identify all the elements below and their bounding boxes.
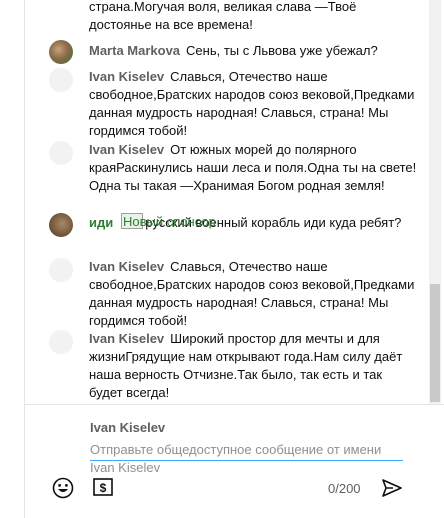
message-author[interactable]: иди xyxy=(89,215,113,230)
avatar[interactable] xyxy=(49,213,73,237)
message-author[interactable]: Ivan Kiselev xyxy=(89,69,164,84)
send-icon[interactable] xyxy=(381,477,403,499)
message-text: страна.Могучая воля, великая слава —Твоё… xyxy=(89,0,357,32)
character-counter: 0/200 xyxy=(328,481,361,496)
scrollbar[interactable] xyxy=(429,0,441,404)
chat-message-input-placeholder[interactable]: Ivan Kiselev xyxy=(90,460,160,475)
avatar[interactable] xyxy=(49,68,73,92)
svg-text:$: $ xyxy=(100,481,107,495)
message-author[interactable]: Ivan Kiselev xyxy=(89,142,164,157)
message-author[interactable]: Ivan Kiselev xyxy=(89,259,164,274)
chat-message-input[interactable]: Отправьте общедоступное сообщение от име… xyxy=(90,441,403,461)
avatar[interactable] xyxy=(49,330,73,354)
message-author[interactable]: Ivan Kiselev xyxy=(89,331,164,346)
chat-composer: Ivan Kiselev Отправьте общедоступное соо… xyxy=(25,404,444,518)
scrollbar-thumb[interactable] xyxy=(430,284,440,402)
super-chat-dollar-icon[interactable]: $ xyxy=(93,478,113,496)
emoji-icon[interactable] xyxy=(52,477,74,499)
sponsor-badge-alt: Новый спонсор xyxy=(123,214,216,229)
avatar[interactable] xyxy=(49,40,73,64)
avatar[interactable] xyxy=(49,141,73,165)
chat-message-list[interactable]: страна.Могучая воля, великая слава —Твоё… xyxy=(25,0,429,404)
message-author[interactable]: Marta Markova xyxy=(89,43,180,58)
composer-author: Ivan Kiselev xyxy=(90,420,166,435)
message-text: Сень, ты с Львова уже убежал? xyxy=(186,43,378,58)
live-chat-panel: страна.Могучая воля, великая слава —Твоё… xyxy=(24,0,444,518)
avatar[interactable] xyxy=(49,258,73,282)
